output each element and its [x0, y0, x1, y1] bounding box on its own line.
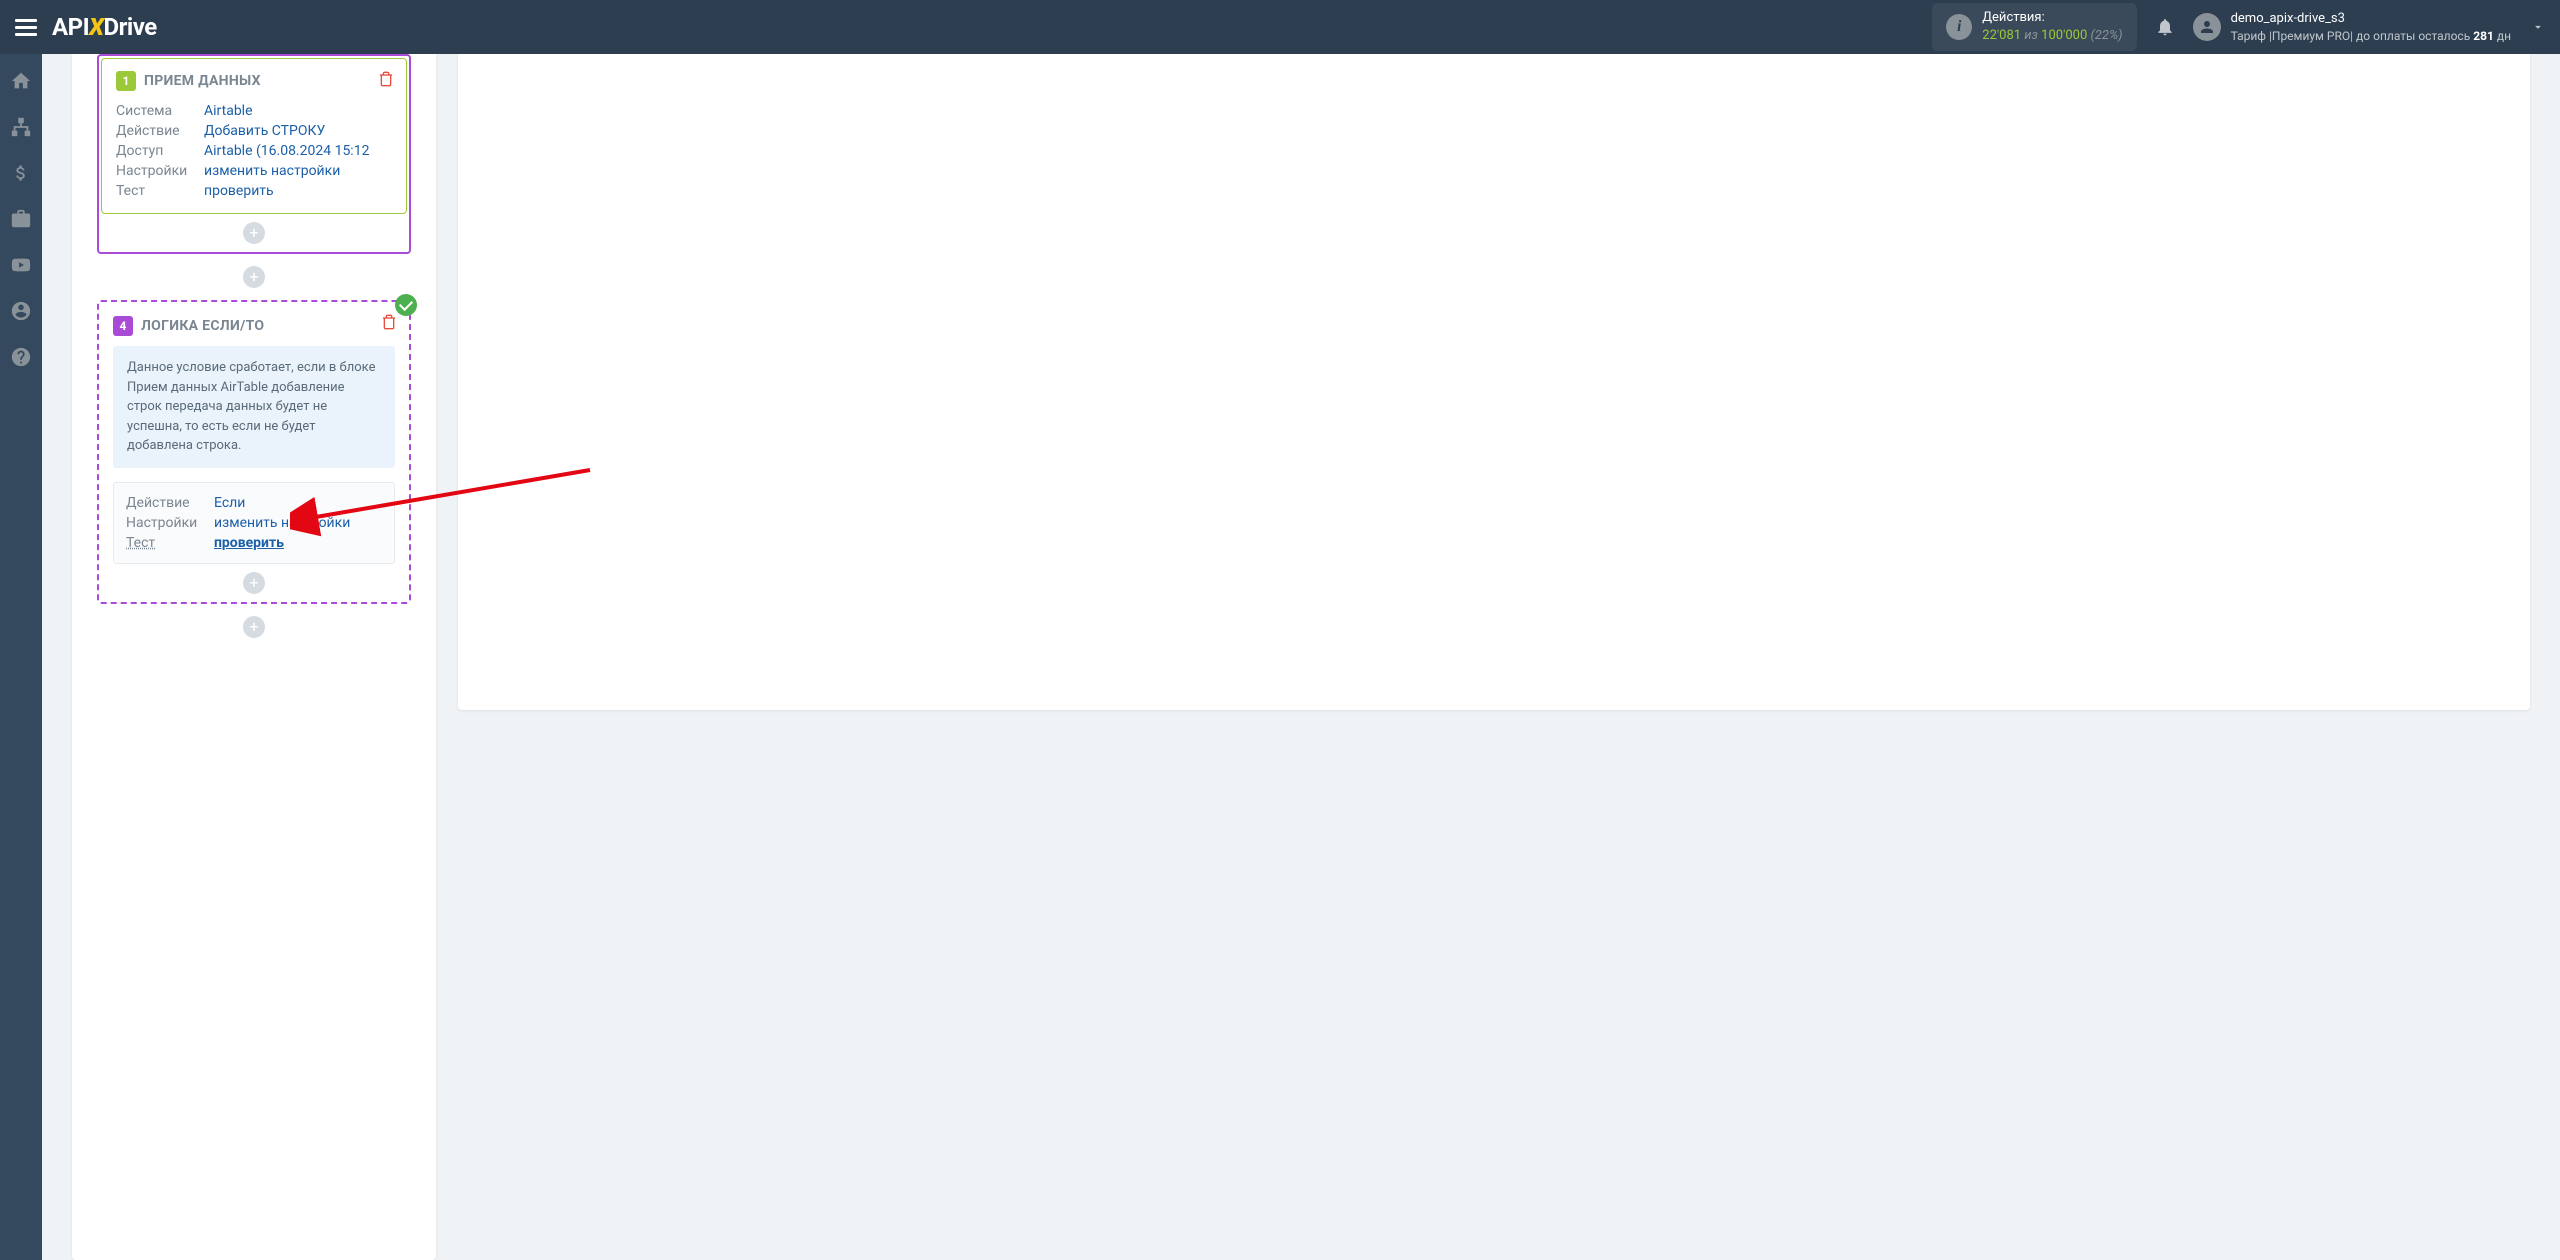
user-text: demo_apix-drive_s3 Тариф |Премиум PRO| д… [2231, 10, 2511, 45]
add-inner-logic-button[interactable]: + [243, 572, 265, 594]
block-title: ПРИЕМ ДАННЫХ [144, 73, 261, 89]
logo[interactable]: APIXDrive [52, 13, 157, 41]
label-test: Тест [116, 183, 204, 199]
days-count: 281 [2473, 29, 2494, 43]
left-panel: 1 ПРИЕМ ДАННЫХ Система Airtable Действие… [72, 54, 436, 1260]
username: demo_apix-drive_s3 [2231, 10, 2511, 28]
block-header-logic: 4 ЛОГИКА ЕСЛИ/ТО [113, 316, 395, 336]
actions-count: 22'081 [1982, 28, 2021, 43]
logic-sub-box: Действие Если Настройки изменить настрой… [113, 482, 395, 564]
help-icon[interactable] [9, 345, 33, 369]
actions-iz: из [2021, 28, 2041, 43]
right-panel [458, 54, 2530, 710]
block-green-inner: 1 ПРИЕМ ДАННЫХ Система Airtable Действие… [101, 58, 407, 214]
logo-text-drive: Drive [104, 13, 157, 41]
row-access: Доступ Airtable (16.08.2024 15:12 [116, 141, 392, 161]
label-logic-action: Действие [126, 495, 214, 511]
dollar-icon[interactable] [9, 161, 33, 185]
label-system: Система [116, 103, 204, 119]
user-menu[interactable]: demo_apix-drive_s3 Тариф |Премиум PRO| д… [2193, 10, 2545, 45]
label-action: Действие [116, 123, 204, 139]
add-inner-button[interactable]: + [243, 222, 265, 244]
value-logic-action[interactable]: Если [214, 495, 245, 511]
label-settings: Настройки [116, 163, 204, 179]
block-title-logic: ЛОГИКА ЕСЛИ/ТО [141, 318, 264, 334]
topbar-right: i Действия: 22'081 из 100'000 (22%) demo… [1932, 3, 2545, 51]
actions-total: 100'000 [2041, 28, 2087, 43]
label-logic-settings: Настройки [126, 515, 214, 531]
row-logic-action: Действие Если [126, 493, 382, 513]
bell-icon[interactable] [2155, 17, 2175, 37]
value-test[interactable]: проверить [204, 183, 274, 199]
layout: 1 ПРИЕМ ДАННЫХ Система Airtable Действие… [0, 54, 2560, 1260]
actions-counter[interactable]: i Действия: 22'081 из 100'000 (22%) [1932, 3, 2136, 51]
avatar-icon [2193, 13, 2221, 41]
chevron-down-icon[interactable] [2531, 20, 2545, 34]
label-logic-test: Тест [126, 535, 214, 551]
briefcase-icon[interactable] [9, 207, 33, 231]
row-system: Система Airtable [116, 101, 392, 121]
tariff-text: Тариф |Премиум PRO| до оплаты осталось [2231, 29, 2474, 43]
value-settings[interactable]: изменить настройки [204, 163, 340, 179]
badge-1: 1 [116, 71, 136, 91]
home-icon[interactable] [9, 69, 33, 93]
check-icon [395, 294, 417, 316]
row-logic-test: Тест проверить [126, 533, 382, 553]
logo-text-x: X [89, 13, 103, 41]
label-access: Доступ [116, 143, 204, 159]
main-content: 1 ПРИЕМ ДАННЫХ Система Airtable Действие… [42, 54, 2560, 1260]
value-access[interactable]: Airtable (16.08.2024 15:12 [204, 143, 369, 159]
add-between-button[interactable]: + [243, 266, 265, 288]
user-icon[interactable] [9, 299, 33, 323]
row-action: Действие Добавить СТРОКУ [116, 121, 392, 141]
value-logic-settings[interactable]: изменить настройки [214, 515, 350, 531]
actions-label: Действия: [1982, 9, 2122, 27]
sidebar [0, 54, 42, 1260]
logo-text-api: API [52, 13, 89, 41]
row-logic-settings: Настройки изменить настройки [126, 513, 382, 533]
value-action[interactable]: Добавить СТРОКУ [204, 123, 325, 139]
youtube-icon[interactable] [9, 253, 33, 277]
badge-4: 4 [113, 316, 133, 336]
row-test: Тест проверить [116, 181, 392, 201]
block-logic-ifthen: 4 ЛОГИКА ЕСЛИ/ТО Данное условие сработае… [97, 300, 411, 604]
trash-icon[interactable] [381, 314, 397, 330]
info-icon: i [1946, 14, 1972, 40]
block-data-receive: 1 ПРИЕМ ДАННЫХ Система Airtable Действие… [97, 54, 411, 254]
trash-icon[interactable] [378, 71, 394, 87]
row-settings: Настройки изменить настройки [116, 161, 392, 181]
menu-toggle-icon[interactable] [15, 19, 37, 36]
value-logic-test[interactable]: проверить [214, 535, 284, 551]
days-suffix: дн [2494, 29, 2511, 43]
top-bar: APIXDrive i Действия: 22'081 из 100'000 … [0, 0, 2560, 54]
connections-icon[interactable] [9, 115, 33, 139]
value-system[interactable]: Airtable [204, 103, 253, 119]
condition-description: Данное условие сработает, если в блоке П… [113, 346, 395, 468]
actions-text: Действия: 22'081 из 100'000 (22%) [1982, 9, 2122, 45]
block-header: 1 ПРИЕМ ДАННЫХ [116, 71, 392, 91]
actions-pct: (22%) [2087, 28, 2122, 43]
add-after-button[interactable]: + [243, 616, 265, 638]
